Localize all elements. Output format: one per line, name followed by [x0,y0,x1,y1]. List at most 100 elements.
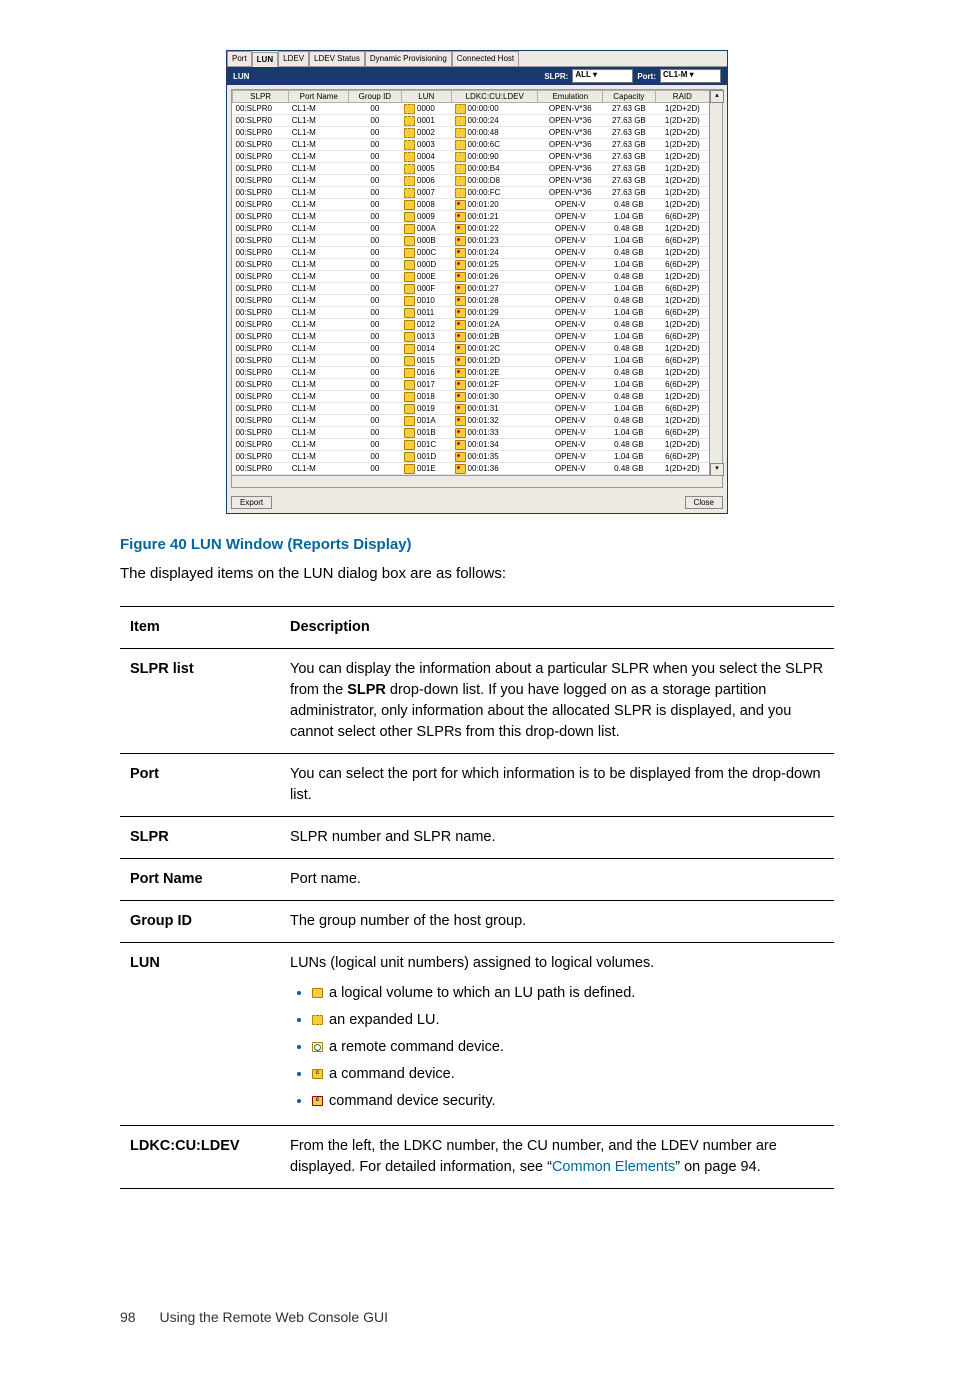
col-header[interactable]: Capacity [602,91,655,103]
intro-text: The displayed items on the LUN dialog bo… [120,563,834,586]
tab-connected-host[interactable]: Connected Host [452,51,519,66]
table-row[interactable]: 00:SLPR0CL1-M00000B00:01:23OPEN-V1.04 GB… [233,235,710,247]
table-row[interactable]: 00:SLPR0CL1-M00001800:01:30OPEN-V0.48 GB… [233,391,710,403]
ldev-cell-icon [455,404,466,414]
page-footer: 98 Using the Remote Web Console GUI [120,1309,834,1325]
table-row[interactable]: 00:SLPR0CL1-M00000800:01:20OPEN-V0.48 GB… [233,199,710,211]
table-row[interactable]: 00:SLPR0CL1-M00001400:01:2COPEN-V0.48 GB… [233,343,710,355]
ldev-cell-icon [455,236,466,246]
lun-cell-icon [404,380,415,390]
lun-cell-icon [404,332,415,342]
table-row[interactable]: 00:SLPR0CL1-M00001A00:01:32OPEN-V0.48 GB… [233,415,710,427]
title-bar: LUN SLPR: ALL ▾ Port: CL1-M ▾ [227,67,727,85]
lun-cell-icon [404,116,415,126]
tab-ldev[interactable]: LDEV [278,51,309,66]
table-row[interactable]: 00:SLPR0CL1-M00000C00:01:24OPEN-V0.48 GB… [233,247,710,259]
table-row[interactable]: 00:SLPR0CL1-M00001500:01:2DOPEN-V1.04 GB… [233,355,710,367]
lun-grid[interactable]: SLPRPort NameGroup IDLUNLDKC:CU:LDEVEmul… [232,90,710,487]
col-header[interactable]: Port Name [289,91,349,103]
vscrollbar[interactable]: ▴ ▾ [709,90,722,487]
port-label: Port: [637,72,656,81]
col-header[interactable]: LUN [401,91,452,103]
tabs-row: PortLUNLDEVLDEV StatusDynamic Provisioni… [227,51,727,67]
table-row[interactable]: 00:SLPR0CL1-M00001B00:01:33OPEN-V1.04 GB… [233,427,710,439]
table-row[interactable]: 00:SLPR0CL1-M00000300:00:6COPEN-V*3627.6… [233,139,710,151]
ldev-cell-icon [455,248,466,258]
tab-port[interactable]: Port [227,51,252,66]
ldev-cell-icon [455,224,466,234]
row-lun-label: LUN [120,942,280,1125]
lun-cell-icon [404,392,415,402]
page-number: 98 [120,1309,136,1325]
table-row[interactable]: 00:SLPR0CL1-M00000900:01:21OPEN-V1.04 GB… [233,211,710,223]
lun-cell-icon [404,344,415,354]
table-row[interactable]: 00:SLPR0CL1-M00000700:00:FCOPEN-V*3627.6… [233,187,710,199]
tab-dynamic-provisioning[interactable]: Dynamic Provisioning [365,51,452,66]
lun-bullet: command device security. [312,1088,824,1115]
table-row[interactable]: 00:SLPR0CL1-M00001E00:01:36OPEN-V0.48 GB… [233,463,710,475]
table-row[interactable]: 00:SLPR0CL1-M00001600:01:2EOPEN-V0.48 GB… [233,367,710,379]
table-row[interactable]: 00:SLPR0CL1-M00001C00:01:34OPEN-V0.48 GB… [233,439,710,451]
table-row[interactable]: 00:SLPR0CL1-M00000200:00:48OPEN-V*3627.6… [233,127,710,139]
lun-bullet: a logical volume to which an LU path is … [312,980,824,1007]
lun-cell-icon [404,104,415,114]
lun-cell-icon [404,320,415,330]
table-row[interactable]: 00:SLPR0CL1-M00000A00:01:22OPEN-V0.48 GB… [233,223,710,235]
table-row[interactable]: 00:SLPR0CL1-M00000E00:01:26OPEN-V0.48 GB… [233,271,710,283]
slpr-dropdown[interactable]: ALL ▾ [572,69,633,83]
col-desc: Description [280,606,834,648]
table-row[interactable]: 00:SLPR0CL1-M00000100:00:24OPEN-V*3627.6… [233,115,710,127]
table-row[interactable]: 00:SLPR0CL1-M00000400:00:90OPEN-V*3627.6… [233,151,710,163]
ldev-cell-icon [455,152,466,162]
close-button[interactable]: Close [685,496,723,509]
row-portname-desc: Port name. [280,858,834,900]
lun-cell-icon [404,272,415,282]
lun-cell-icon [404,224,415,234]
table-row[interactable]: 00:SLPR0CL1-M00001700:01:2FOPEN-V1.04 GB… [233,379,710,391]
common-elements-link[interactable]: Common Elements [552,1159,675,1175]
lun-cmd-sec-icon [312,1096,323,1106]
table-row[interactable]: 00:SLPR0CL1-M00001200:01:2AOPEN-V0.48 GB… [233,319,710,331]
col-header[interactable]: Group ID [349,91,401,103]
ldev-cell-icon [455,176,466,186]
col-header[interactable]: SLPR [233,91,289,103]
table-row[interactable]: 00:SLPR0CL1-M00001000:01:28OPEN-V0.48 GB… [233,295,710,307]
ldev-cell-icon [455,368,466,378]
lun-expanded-icon [312,1015,323,1025]
table-row[interactable]: 00:SLPR0CL1-M00001300:01:2BOPEN-V1.04 GB… [233,331,710,343]
table-row[interactable]: 00:SLPR0CL1-M00000500:00:B4OPEN-V*3627.6… [233,163,710,175]
col-header[interactable]: RAID [655,91,709,103]
lun-volume-icon [312,988,323,998]
ldev-cell-icon [455,260,466,270]
table-row[interactable]: 00:SLPR0CL1-M00001900:01:31OPEN-V1.04 GB… [233,403,710,415]
lun-cell-icon [404,236,415,246]
lun-cell-icon [404,128,415,138]
port-dropdown[interactable]: CL1-M ▾ [660,69,721,83]
table-row[interactable]: 00:SLPR0CL1-M00001100:01:29OPEN-V1.04 GB… [233,307,710,319]
ldev-cell-icon [455,164,466,174]
ldev-cell-icon [455,320,466,330]
ldev-cell-icon [455,104,466,114]
description-table: Item Description SLPR list You can displ… [120,606,834,1189]
ldev-cell-icon [455,272,466,282]
tab-lun[interactable]: LUN [252,52,278,67]
ldev-cell-icon [455,296,466,306]
scroll-up-icon[interactable]: ▴ [710,90,724,103]
ldev-cell-icon [455,308,466,318]
table-row[interactable]: 00:SLPR0CL1-M00001D00:01:35OPEN-V1.04 GB… [233,451,710,463]
table-row[interactable]: 00:SLPR0CL1-M00000F00:01:27OPEN-V1.04 GB… [233,283,710,295]
grid-wrap: SLPRPort NameGroup IDLUNLDKC:CU:LDEVEmul… [231,89,723,488]
lun-window-screenshot: PortLUNLDEVLDEV StatusDynamic Provisioni… [226,50,728,514]
table-row[interactable]: 00:SLPR0CL1-M00000D00:01:25OPEN-V1.04 GB… [233,259,710,271]
export-button[interactable]: Export [231,496,272,509]
table-row[interactable]: 00:SLPR0CL1-M00000600:00:D8OPEN-V*3627.6… [233,175,710,187]
table-row[interactable]: 00:SLPR0CL1-M00000000:00:00OPEN-V*3627.6… [233,103,710,115]
lun-cell-icon [404,452,415,462]
ldev-cell-icon [455,284,466,294]
col-header[interactable]: Emulation [538,91,603,103]
lun-cell-icon [404,440,415,450]
slpr-label: SLPR: [544,72,568,81]
col-header[interactable]: LDKC:CU:LDEV [452,91,538,103]
tab-ldev-status[interactable]: LDEV Status [309,51,365,66]
hscrollbar[interactable] [232,475,710,487]
